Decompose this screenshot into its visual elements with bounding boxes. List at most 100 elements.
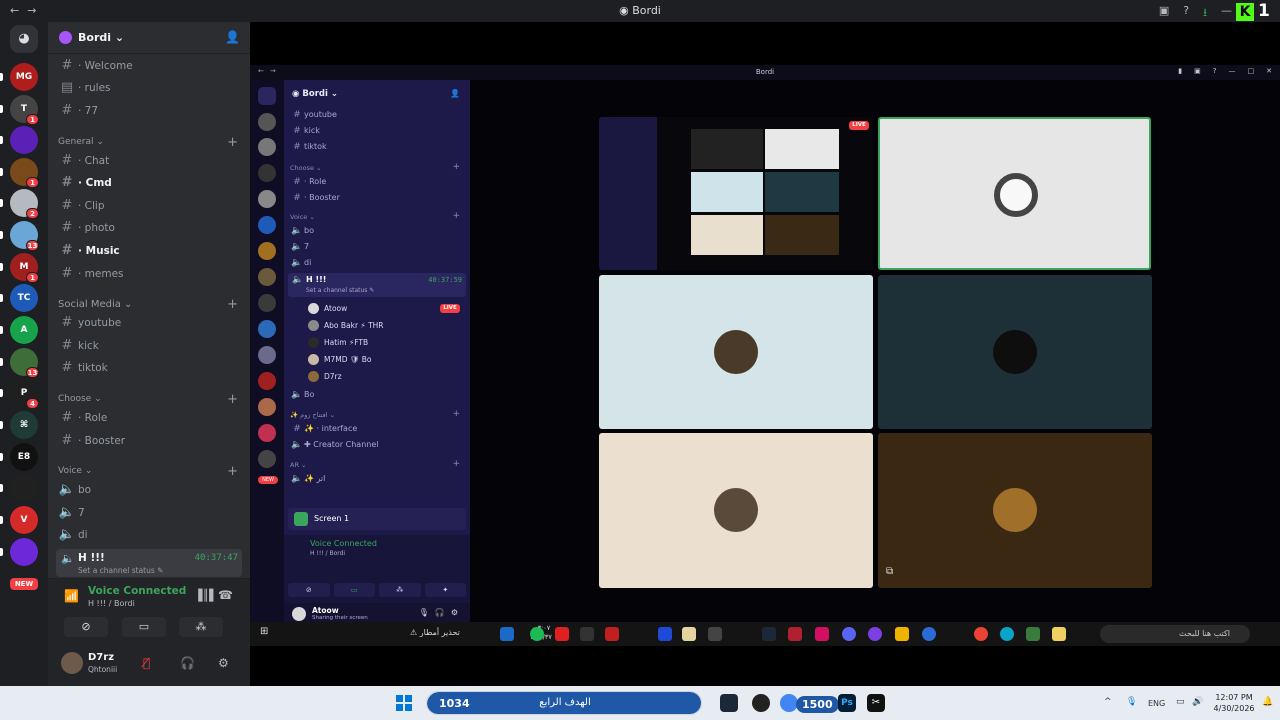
steam-icon[interactable] xyxy=(720,694,738,712)
headset-muted-icon[interactable]: 🎧 xyxy=(180,656,195,670)
server-icon[interactable]: TC xyxy=(10,284,38,312)
channel-77[interactable]: # · 77 xyxy=(56,101,242,121)
server-icon[interactable]: A xyxy=(10,316,38,344)
channel-kick[interactable]: # kick xyxy=(56,336,242,356)
shared-server xyxy=(258,320,276,338)
mic-icon[interactable]: 🎙 xyxy=(1126,697,1137,707)
category-social-media[interactable]: Social Media ⌄ + xyxy=(58,297,238,313)
windows-start-icon[interactable] xyxy=(396,695,412,711)
channel-rules[interactable]: ▤ · rules xyxy=(56,78,242,98)
shared-member: M7MD 🛡 Bo xyxy=(308,352,464,368)
hash-icon: # xyxy=(61,315,73,330)
server-avatar xyxy=(59,31,72,44)
minimize-button[interactable]: — xyxy=(1221,4,1232,23)
shared-app-icon xyxy=(1052,627,1066,641)
camera-off-button[interactable]: ⊘ xyxy=(64,617,108,637)
channel-role[interactable]: # · Role xyxy=(56,408,242,428)
stream-tile-screen[interactable]: LIVE xyxy=(599,117,873,270)
shared-category-choose: Choose ⌄ + xyxy=(290,162,460,172)
shared-voice-bo2: 🔈Bo xyxy=(291,390,315,400)
server-name: Bordi ⌄ xyxy=(78,31,125,44)
disconnect-icon[interactable]: ☎ xyxy=(218,588,233,602)
speaker-icon: 🔈 xyxy=(61,552,75,565)
shared-app-icon xyxy=(708,627,722,641)
channel-booster[interactable]: # · Booster xyxy=(56,431,242,451)
taskbar-search-widget[interactable]: 1034 الهدف الرابع xyxy=(426,691,702,715)
stream-tile-user-4[interactable] xyxy=(599,433,873,588)
server-icon-small: ◉ xyxy=(619,4,633,17)
voice-channel-di[interactable]: 🔈 di xyxy=(56,525,242,545)
stream-tile-user-1[interactable] xyxy=(878,117,1151,270)
tray-expand-icon[interactable]: ^ xyxy=(1104,697,1112,707)
nested-screen-tile xyxy=(691,172,763,212)
add-channel-icon[interactable]: + xyxy=(227,392,238,407)
category-general[interactable]: General ⌄ + xyxy=(58,135,238,151)
screen-share-button[interactable]: ▭ xyxy=(122,617,166,637)
nested-screen-tile xyxy=(765,215,839,255)
shared-voice-ar: 🔈✨ اتر xyxy=(291,474,326,484)
channel-youtube[interactable]: # youtube xyxy=(56,313,242,333)
stream-tile-user-5[interactable]: ⧉ xyxy=(878,433,1152,588)
server-icon[interactable]: V xyxy=(10,506,38,534)
popout-icon[interactable]: ⧉ xyxy=(886,566,900,580)
language-indicator[interactable]: ENG xyxy=(1148,699,1165,708)
channel-clip[interactable]: # · Clip xyxy=(56,196,242,216)
channel-cmd[interactable]: # · Cmd xyxy=(56,173,242,193)
noise-suppression-icon[interactable]: ▐║▌ xyxy=(194,589,218,602)
rules-icon: ▤ xyxy=(60,80,74,95)
avatar[interactable] xyxy=(61,652,83,674)
channel-memes[interactable]: # · memes xyxy=(56,264,242,284)
settings-gear-icon[interactable]: ⚙ xyxy=(218,656,229,670)
mention-badge: 1 xyxy=(26,114,39,125)
voice-channel-bo[interactable]: 🔈 bo xyxy=(56,480,242,500)
server-icon[interactable] xyxy=(10,474,38,502)
shared-taskview-icon: ⊞ xyxy=(260,626,269,637)
shared-channel-tiktok: # tiktok xyxy=(293,142,327,152)
channel-welcome[interactable]: # · Welcome xyxy=(56,56,242,76)
channel-tiktok[interactable]: # tiktok xyxy=(56,358,242,378)
server-icon[interactable] xyxy=(10,126,38,154)
photoshop-icon[interactable]: Ps xyxy=(838,694,856,712)
channel-chat[interactable]: # · Chat xyxy=(56,151,242,171)
server-icon[interactable] xyxy=(10,538,38,566)
server-icon[interactable]: MG xyxy=(10,63,38,91)
app-icon[interactable] xyxy=(752,694,770,712)
stream-tile-user-3[interactable] xyxy=(878,275,1152,429)
taskbar-clock[interactable]: 12:07 PM 4/30/2026 xyxy=(1208,692,1260,714)
add-channel-icon[interactable]: + xyxy=(227,464,238,479)
server-icon[interactable]: ⌘ xyxy=(10,411,38,439)
voice-channel-active[interactable]: 🔈 H !!! 40:37:47 Set a channel status ✎ xyxy=(56,549,242,577)
shared-weather-warning: ⚠ تحذير أمطار xyxy=(410,628,460,637)
network-icon[interactable]: ▭ xyxy=(1176,697,1185,707)
unread-pill xyxy=(0,263,3,271)
stream-tile-user-2[interactable] xyxy=(599,275,873,429)
add-channel-icon[interactable]: + xyxy=(227,135,238,150)
channel-status-prompt[interactable]: Set a channel status ✎ xyxy=(78,566,163,575)
discord-home-icon[interactable]: ◕ xyxy=(10,25,38,53)
speaker-icon: 🔈 xyxy=(58,505,76,520)
mic-muted-icon[interactable]: 🎙̸ xyxy=(143,656,150,670)
add-user-icon[interactable]: 👤 xyxy=(225,30,240,44)
server-icon[interactable]: E8 xyxy=(10,443,38,471)
channel-photo[interactable]: # · photo xyxy=(56,218,242,238)
shared-add-user-icon: 👤 xyxy=(450,89,460,98)
server-header[interactable]: Bordi ⌄ 👤 xyxy=(48,22,250,54)
add-channel-icon[interactable]: + xyxy=(227,297,238,312)
help-icon[interactable]: ? xyxy=(1183,4,1189,23)
inbox-icon[interactable]: ▣ xyxy=(1159,4,1169,23)
hash-icon: # xyxy=(61,175,73,190)
nested-screen-tile xyxy=(765,172,839,212)
notification-icon[interactable]: 🔔 xyxy=(1262,697,1273,707)
channel-music[interactable]: # · Music xyxy=(56,241,242,261)
download-icon[interactable]: ⭳ xyxy=(1203,4,1207,23)
category-choose[interactable]: Choose ⌄ + xyxy=(58,392,238,408)
unread-pill xyxy=(0,231,3,239)
signal-icon[interactable]: 📶 xyxy=(64,589,79,603)
activities-button[interactable]: ⁂ xyxy=(179,617,223,637)
volume-icon[interactable]: 🔊 xyxy=(1192,697,1203,707)
title-bar: ←→ ◉ Bordi ▣ ? ⭳ — K 1 xyxy=(0,0,1280,22)
capcut-icon[interactable]: ✂ xyxy=(867,694,885,712)
category-voice[interactable]: Voice ⌄ + xyxy=(58,464,238,480)
voice-channel-7[interactable]: 🔈 7 xyxy=(56,503,242,523)
speaker-icon: 🔈 xyxy=(58,482,76,497)
